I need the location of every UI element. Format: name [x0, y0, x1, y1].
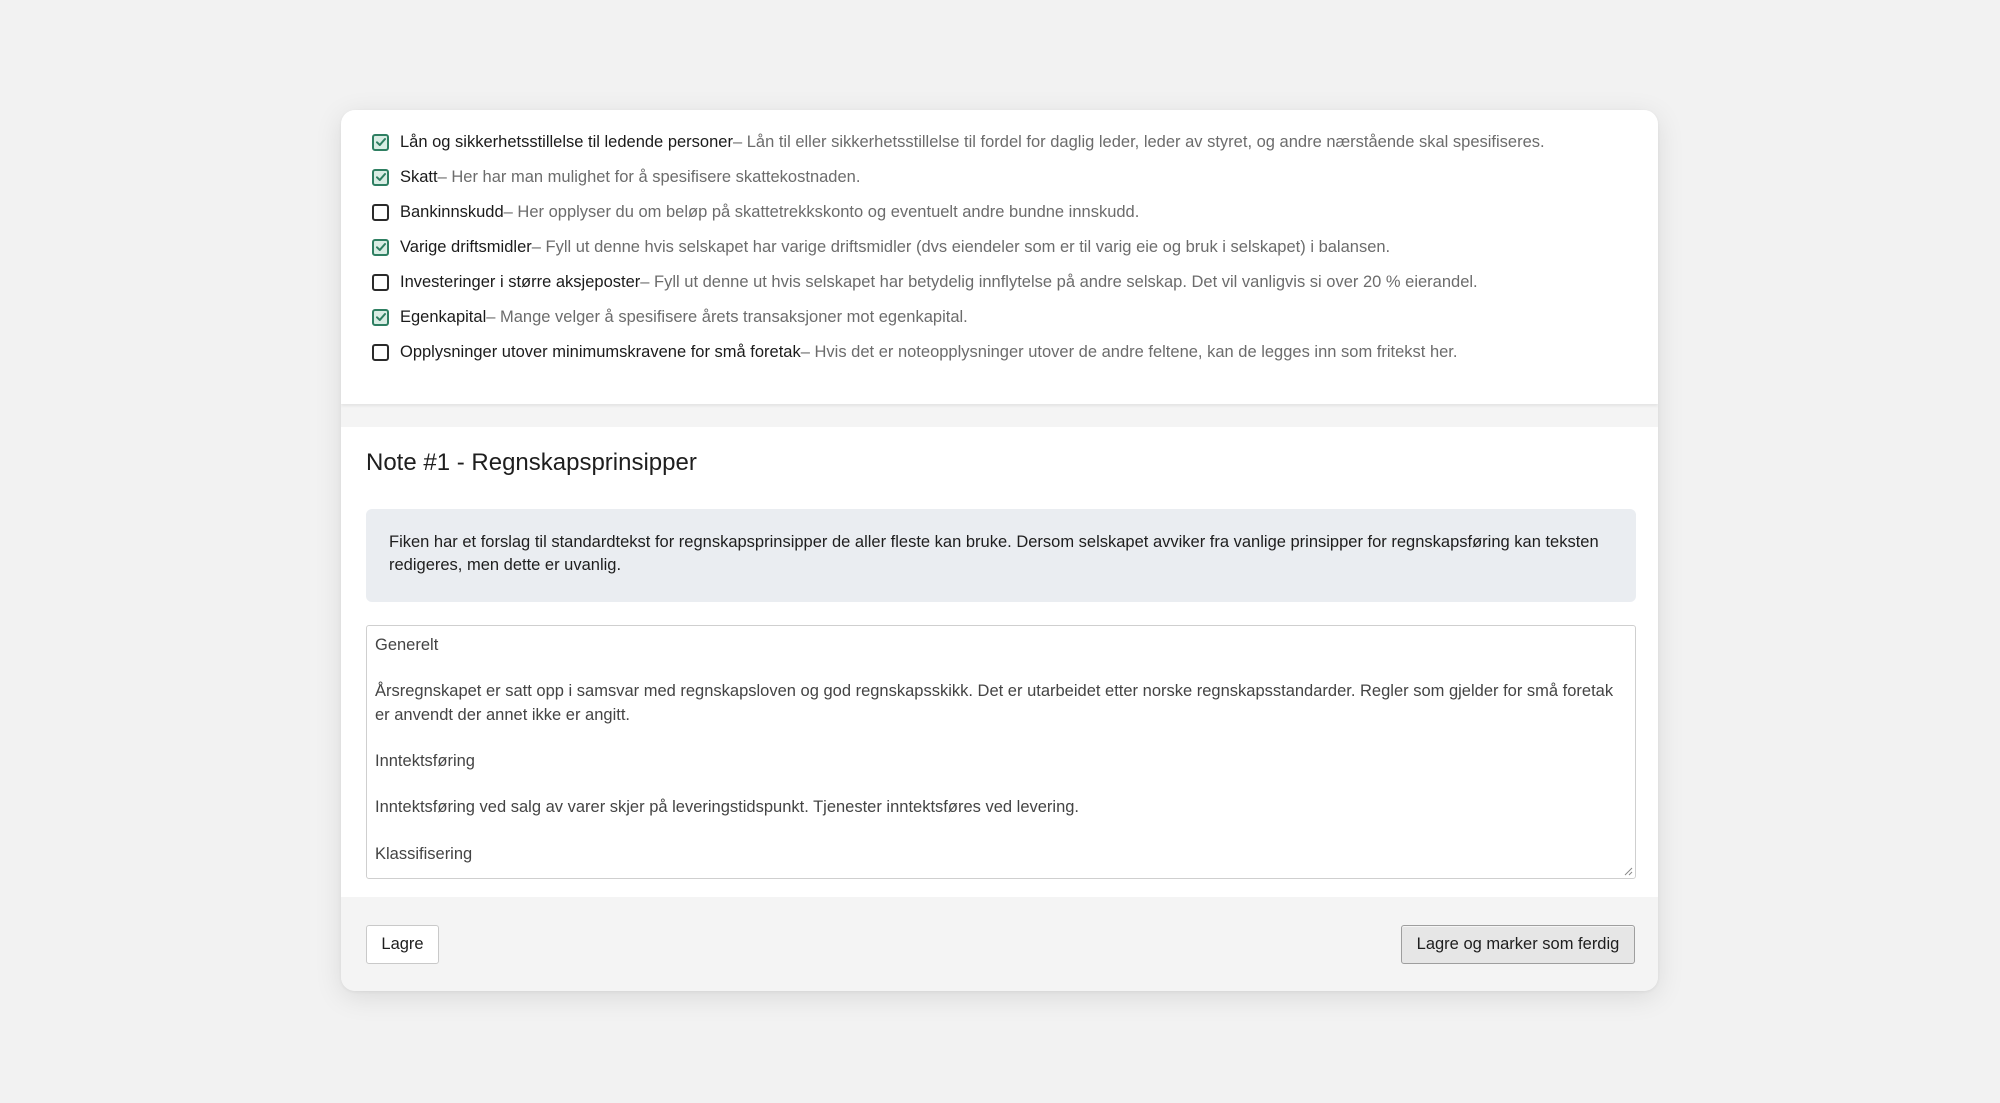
checkmark-icon	[375, 173, 386, 181]
checklist-item-equity[interactable]: Egenkapital – Mange velger å spesifisere…	[372, 305, 968, 329]
checklist-item-title: Egenkapital	[400, 307, 487, 326]
checkbox-checked[interactable]	[372, 238, 389, 256]
checkbox-unchecked[interactable]	[372, 203, 389, 221]
checklist-item-title: Lån og sikkerhetsstillelse til ledende p…	[400, 132, 733, 151]
checklist-item-description: – Her har man mulighet for å spesifisere…	[437, 167, 861, 186]
textarea-line: Klassifisering	[375, 844, 473, 863]
note-section: Note #1 - Regnskapsprinsipper Fiken har …	[341, 427, 1658, 897]
checklist-item-investments[interactable]: Investeringer i større aksjeposter – Fyl…	[372, 270, 1478, 294]
checkmark-icon	[375, 138, 386, 146]
checkbox-unchecked[interactable]	[372, 273, 389, 291]
checkbox-checked[interactable]	[372, 308, 389, 326]
checkbox-checked[interactable]	[372, 168, 389, 186]
checkbox-checked[interactable]	[372, 133, 389, 151]
footer: Lagre Lagre og marker som ferdig	[341, 897, 1658, 991]
notes-checklist: Lån og sikkerhetsstillelse til ledende p…	[341, 110, 1658, 404]
resize-grip-icon[interactable]	[1623, 866, 1633, 876]
textarea-line: Inntektsføring ved salg av varer skjer p…	[375, 798, 1080, 817]
note-title: Note #1 - Regnskapsprinsipper	[366, 449, 697, 476]
save-and-finish-button[interactable]: Lagre og marker som ferdig	[1401, 925, 1635, 964]
textarea-content: Generelt Årsregnskapet er satt opp i sam…	[375, 634, 1627, 866]
textarea-line: Inntektsføring	[375, 752, 475, 771]
textarea-line: Generelt	[375, 636, 439, 654]
checklist-item-title: Bankinnskudd	[400, 202, 504, 221]
textarea-blank-line	[375, 773, 1627, 796]
textarea-blank-line	[375, 727, 1627, 750]
textarea-blank-line	[375, 657, 1627, 680]
checklist-item-description: – Fyll ut denne hvis selskapet har varig…	[531, 237, 1391, 256]
checkmark-icon	[375, 313, 386, 321]
save-button[interactable]: Lagre	[366, 925, 439, 964]
checklist-item-description: – Her opplyser du om beløp på skattetrek…	[503, 202, 1140, 221]
checklist-item-additional-info[interactable]: Opplysninger utover minimumskravene for …	[372, 340, 1457, 364]
checklist-item-title: Skatt	[400, 167, 438, 186]
checklist-item-description: – Fyll ut denne ut hvis selskapet har be…	[640, 272, 1478, 291]
textarea-line: Årsregnskapet er satt opp i samsvar med …	[375, 682, 1614, 724]
checklist-item-bank-deposits[interactable]: Bankinnskudd – Her opplyser du om beløp …	[372, 200, 1139, 224]
checkmark-icon	[375, 243, 386, 251]
textarea-blank-line	[375, 820, 1627, 843]
checkbox-unchecked[interactable]	[372, 343, 389, 361]
checklist-item-title: Opplysninger utover minimumskravene for …	[400, 342, 801, 361]
note-textarea[interactable]: Generelt Årsregnskapet er satt opp i sam…	[366, 625, 1636, 879]
checklist-item-title: Varige driftsmidler	[400, 237, 532, 256]
checklist-item-description: – Mange velger å spesifisere årets trans…	[486, 307, 968, 326]
checklist-item-tax[interactable]: Skatt – Her har man mulighet for å spesi…	[372, 165, 860, 189]
checklist-item-description: – Hvis det er noteopplysninger utover de…	[800, 342, 1458, 361]
notes-card: Lån og sikkerhetsstillelse til ledende p…	[341, 110, 1658, 991]
info-box: Fiken har et forslag til standardtekst f…	[366, 509, 1636, 602]
checklist-item-description: – Lån til eller sikkerhetsstillelse til …	[732, 132, 1545, 151]
checklist-item-title: Investeringer i større aksjeposter	[400, 272, 641, 291]
checklist-item-loans[interactable]: Lån og sikkerhetsstillelse til ledende p…	[372, 130, 1545, 154]
checklist-item-fixed-assets[interactable]: Varige driftsmidler – Fyll ut denne hvis…	[372, 235, 1390, 259]
